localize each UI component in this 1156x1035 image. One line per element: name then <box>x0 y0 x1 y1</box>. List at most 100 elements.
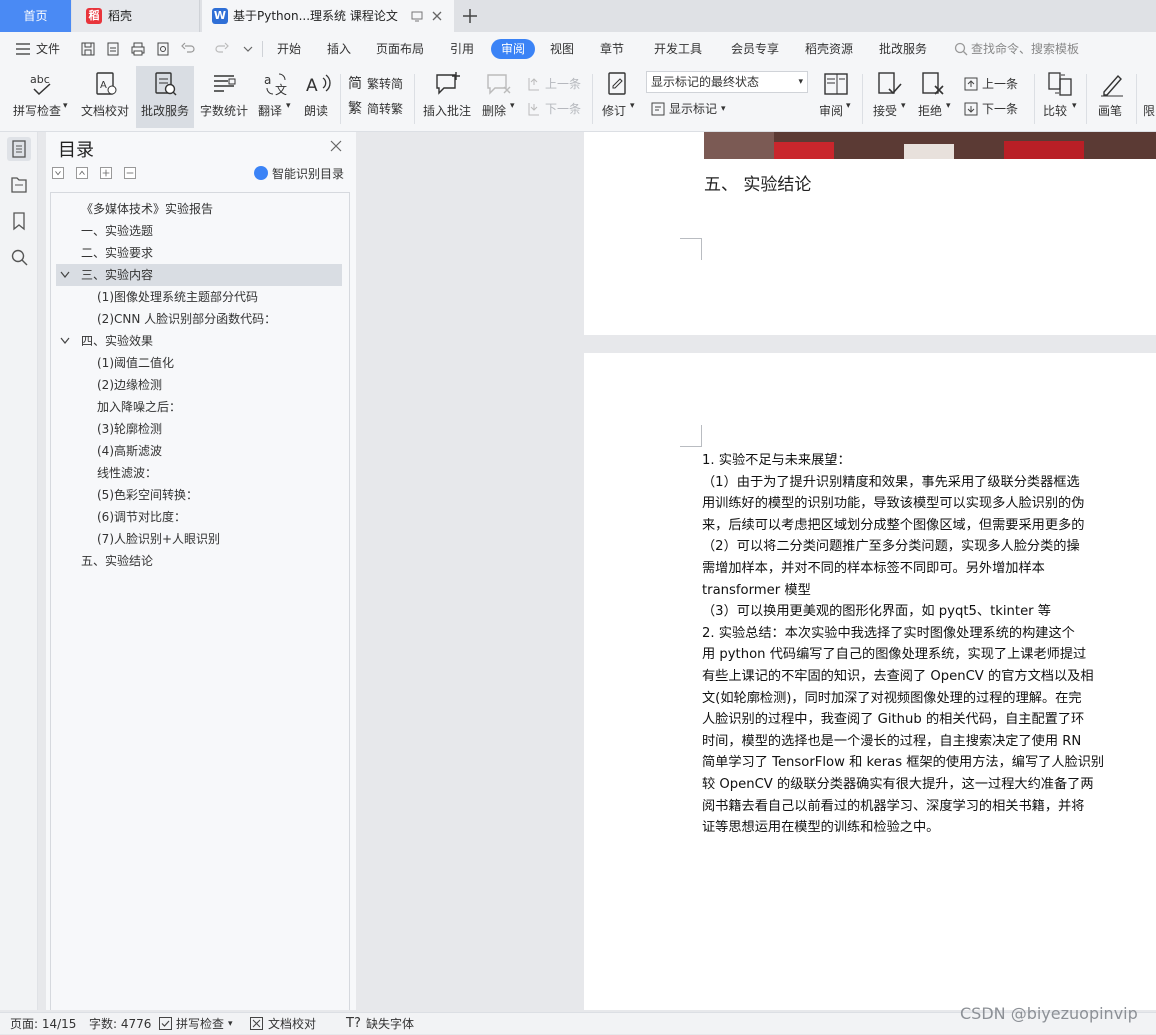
print-preview-icon[interactable] <box>155 41 171 57</box>
toc-item[interactable]: 加入降噪之后： <box>56 396 342 418</box>
print-icon[interactable] <box>130 41 146 57</box>
document-canvas[interactable]: 五、 实验结论 1. 实验不足与未来展望： （1）由于为了提升识别精度和效果，事… <box>356 132 1156 1010</box>
writer-doc-icon: W <box>212 8 228 24</box>
toc-item[interactable]: (2)CNN 人脸识别部分函数代码： <box>56 308 342 330</box>
track-changes-button[interactable]: 修订 ▾ <box>598 66 638 128</box>
show-markup-dropdown-icon[interactable]: ▾ <box>721 98 726 120</box>
review-pane-dropdown-icon[interactable]: ▾ <box>846 101 851 111</box>
toc-item-selected[interactable]: 三、实验内容 <box>56 264 342 286</box>
toc-item[interactable]: 《多媒体技术》实验报告 <box>56 198 342 220</box>
page-indicator[interactable]: 页面: 14/15 <box>10 1013 76 1035</box>
toc-icon[interactable] <box>7 137 31 161</box>
translate-dropdown-icon[interactable]: ▾ <box>286 101 291 111</box>
toc-item[interactable]: 二、实验要求 <box>56 242 342 264</box>
daoke-logo-icon: 稻 <box>86 8 102 24</box>
expand-level-icon[interactable] <box>76 167 88 179</box>
accept-change-button[interactable]: 接受 ▾ <box>868 66 910 128</box>
toc-item[interactable]: 四、实验效果 <box>56 330 342 352</box>
review-service-icon <box>155 72 177 96</box>
close-panel-icon[interactable] <box>330 140 342 152</box>
menu-item-developer[interactable]: 开发工具 <box>654 32 702 66</box>
toc-item[interactable]: 一、实验选题 <box>56 220 342 242</box>
delete-dropdown-icon[interactable]: ▾ <box>510 101 515 111</box>
review-service-button[interactable]: 批改服务 <box>136 66 194 128</box>
menu-item-review[interactable]: 审阅 <box>491 39 535 59</box>
menu-item-daoke-resources[interactable]: 稻壳资源 <box>805 32 853 66</box>
menu-item-insert[interactable]: 插入 <box>327 32 351 66</box>
menu-item-start[interactable]: 开始 <box>277 32 301 66</box>
expand-all-icon[interactable] <box>100 167 112 179</box>
home-tab[interactable]: 首页 <box>0 0 71 32</box>
translate-button[interactable]: a文 翻译 ▾ <box>256 66 296 128</box>
close-tab-icon[interactable] <box>430 9 444 23</box>
menu-item-review-service[interactable]: 批改服务 <box>879 32 927 66</box>
document-tab[interactable]: W 基于Python...理系统 课程论文 <box>202 0 454 32</box>
toc-item[interactable]: 线性滤波： <box>56 462 342 484</box>
hamburger-icon[interactable] <box>16 43 30 55</box>
paragraph-line: 时间，模型的选择也是一个漫长的过程，自主搜索决定了使用 RN <box>702 733 1082 749</box>
redo-icon[interactable] <box>214 41 230 57</box>
new-tab-icon[interactable] <box>460 6 480 26</box>
compare-button[interactable]: 比较 ▾ <box>1040 66 1082 128</box>
spellcheck-status-dropdown-icon[interactable]: ▾ <box>228 1013 233 1035</box>
toc-item[interactable]: (1)阈值二值化 <box>56 352 342 374</box>
missing-font-status[interactable]: 缺失字体 <box>366 1013 414 1035</box>
collapse-level-icon[interactable] <box>52 167 64 179</box>
smart-toc-button[interactable]: 智能识别目录 <box>254 165 344 182</box>
svg-text:A: A <box>100 80 107 91</box>
paragraph-line: （3）可以换用更美观的图形化界面，如 pyqt5、tkinter 等 <box>702 604 1051 620</box>
collapse-all-icon[interactable] <box>124 167 136 179</box>
toc-item[interactable]: (1)图像处理系统主题部分代码 <box>56 286 342 308</box>
review-pane-button[interactable]: 审阅 ▾ <box>816 66 856 128</box>
insert-comment-button[interactable]: 插入批注 <box>420 66 476 128</box>
paragraph-line: （2）可以将二分类问题推广至多分类问题，实现多人脸分类的操 <box>702 539 1080 555</box>
restrict-editing-button[interactable]: 限 <box>1142 66 1156 128</box>
toc-item[interactable]: (3)轮廓检测 <box>56 418 342 440</box>
toc-item[interactable]: 五、实验结论 <box>56 550 342 572</box>
toc-item[interactable]: (5)色彩空间转换： <box>56 484 342 506</box>
toc-item[interactable]: (2)边缘检测 <box>56 374 342 396</box>
menu-item-member[interactable]: 会员专享 <box>731 32 779 66</box>
menu-item-references[interactable]: 引用 <box>450 32 474 66</box>
doc-check-status[interactable]: 文档校对 <box>268 1013 316 1035</box>
read-aloud-button[interactable]: A 朗读 <box>300 66 336 128</box>
toc-item[interactable]: (6)调节对比度： <box>56 506 342 528</box>
toc-tree: 《多媒体技术》实验报告 一、实验选题 二、实验要求 三、实验内容 (1)图像处理… <box>50 192 350 1010</box>
spellcheck-button[interactable]: abc 拼写检查 ▾ <box>6 66 74 128</box>
chapter-nav-icon[interactable] <box>7 173 31 197</box>
word-count-button[interactable]: 字数统计 <box>198 66 250 128</box>
daoke-tab[interactable]: 稻 稻壳 <box>72 0 200 32</box>
delete-comment-button[interactable]: 删除 ▾ <box>480 66 520 128</box>
word-count-indicator[interactable]: 字数: 4776 <box>89 1013 151 1035</box>
quick-access-dropdown-icon[interactable] <box>240 41 256 57</box>
reject-dropdown-icon[interactable]: ▾ <box>946 101 951 111</box>
compare-dropdown-icon[interactable]: ▾ <box>1072 101 1077 111</box>
spellcheck-status[interactable]: 拼写检查 <box>176 1013 224 1035</box>
bookmark-icon[interactable] <box>7 209 31 233</box>
markup-state-select[interactable]: 显示标记的最终状态 ▾ <box>646 71 808 93</box>
save-icon[interactable] <box>80 41 96 57</box>
paragraph-line: 2. 实验总结：本次实验中我选择了实时图像处理系统的构建这个 <box>702 625 1075 641</box>
menu-item-section[interactable]: 章节 <box>600 32 624 66</box>
doc-check-button[interactable]: A 文档校对 <box>78 66 134 128</box>
command-search-input[interactable]: 查找命令、搜索模板 <box>971 32 1079 66</box>
accept-dropdown-icon[interactable]: ▾ <box>901 101 906 111</box>
chevron-down-icon[interactable] <box>60 337 70 345</box>
toc-item[interactable]: (7)人脸识别+人眼识别 <box>56 528 342 550</box>
menu-item-view[interactable]: 视图 <box>550 32 574 66</box>
toc-item[interactable]: (4)高斯滤波 <box>56 440 342 462</box>
spellcheck-dropdown-icon[interactable]: ▾ <box>63 101 68 111</box>
revise-dropdown-icon[interactable]: ▾ <box>630 101 635 111</box>
menu-item-layout[interactable]: 页面布局 <box>376 32 424 66</box>
export-pdf-icon[interactable] <box>105 41 121 57</box>
paragraph-line: 较 OpenCV 的级联分类器确实有很大提升，这一过程大约准备了两 <box>702 777 1094 792</box>
float-window-icon[interactable] <box>410 9 424 23</box>
chevron-down-icon[interactable] <box>60 271 70 279</box>
reject-change-button[interactable]: 拒绝 ▾ <box>912 66 954 128</box>
next-comment-icon <box>528 103 539 116</box>
find-icon[interactable] <box>7 245 31 269</box>
file-menu[interactable]: 文件 <box>36 32 60 66</box>
undo-icon[interactable] <box>180 41 196 57</box>
toc-panel-title: 目录 <box>58 140 94 161</box>
pen-button[interactable]: 画笔 <box>1092 66 1132 128</box>
